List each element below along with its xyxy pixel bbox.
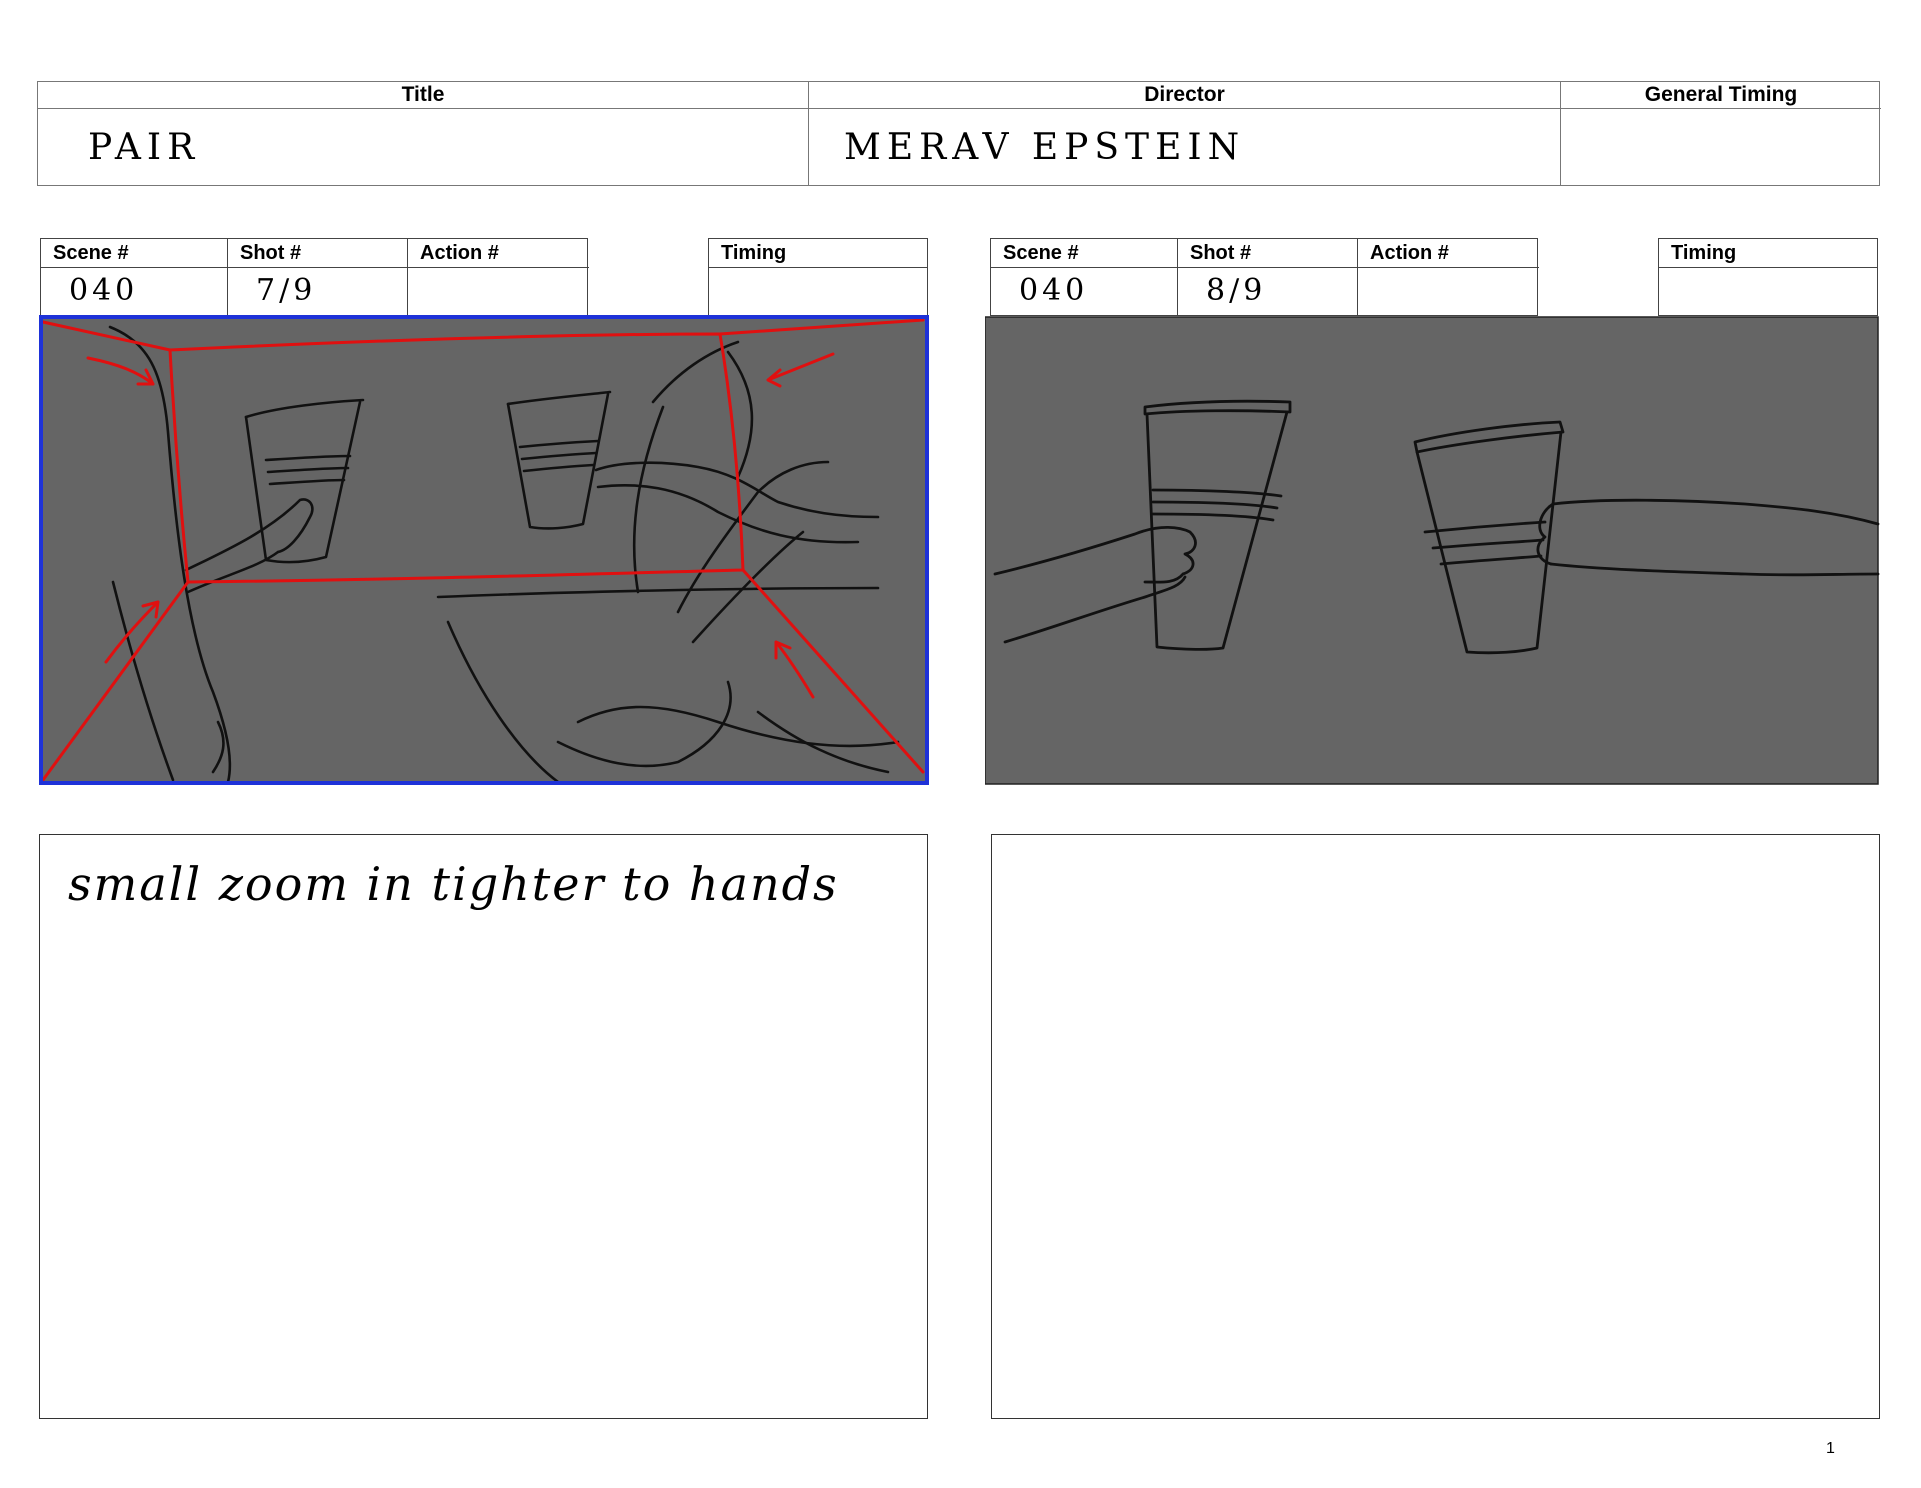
general-timing-cell: General Timing — [1560, 82, 1881, 185]
title-label: Title — [38, 82, 808, 109]
panel-1-sketch — [39, 315, 929, 785]
panel-1-action-label: Action # — [408, 239, 589, 268]
header-table: Title PAIR Director MERAV EPSTEIN Genera… — [37, 81, 1881, 186]
panel-1-timing-field: Timing — [708, 238, 928, 316]
panel-2-shot-cell: Shot # 8/9 — [1177, 239, 1357, 315]
page-number: 1 — [1826, 1440, 1835, 1457]
panel-1-notes-box[interactable]: small zoom in tighter to hands — [39, 834, 928, 1419]
panel-2-scene-label: Scene # — [991, 239, 1177, 268]
panel-1-notes-text: small zoom in tighter to hands — [68, 857, 839, 911]
panel-2-notes-box[interactable] — [991, 834, 1880, 1419]
panel-2-shot-value[interactable]: 8/9 — [1178, 268, 1357, 315]
panel-1-scene-value[interactable]: 040 — [41, 268, 227, 315]
title-value[interactable]: PAIR — [38, 109, 808, 185]
panel-2-action-value[interactable] — [1358, 268, 1539, 315]
panel-1-shot-label: Shot # — [228, 239, 407, 268]
panel-2-shot-label: Shot # — [1178, 239, 1357, 268]
panel-2-frame[interactable] — [985, 312, 1880, 790]
director-cell: Director MERAV EPSTEIN — [808, 82, 1560, 185]
frame-background — [41, 317, 927, 783]
general-timing-value[interactable] — [1561, 109, 1881, 185]
panel-2-action-cell: Action # — [1357, 239, 1539, 315]
director-label: Director — [809, 82, 1560, 109]
panel-2-scene-cell: Scene # 040 — [991, 239, 1177, 315]
frame-background — [985, 316, 1879, 785]
panel-1-shot-value[interactable]: 7/9 — [228, 268, 407, 315]
panel-1-action-cell: Action # — [407, 239, 589, 315]
panel-1-action-value[interactable] — [408, 268, 589, 315]
panel-1-timing-label: Timing — [709, 239, 927, 268]
panel-1-id-fields: Scene # 040 Shot # 7/9 Action # — [40, 238, 589, 316]
panel-2-action-label: Action # — [1358, 239, 1539, 268]
panel-2-timing-field: Timing — [1658, 238, 1878, 316]
panel-1-timing-value[interactable] — [709, 268, 927, 315]
panel-2-timing-label: Timing — [1659, 239, 1877, 268]
panel-2-id-fields: Scene # 040 Shot # 8/9 Action # — [990, 238, 1539, 316]
title-cell: Title PAIR — [38, 82, 808, 185]
panel-2-scene-value[interactable]: 040 — [991, 268, 1177, 315]
panel-2-timing-value[interactable] — [1659, 268, 1877, 315]
panel-1-shot-cell: Shot # 7/9 — [227, 239, 407, 315]
panel-2-sketch — [985, 316, 1880, 785]
panel-1-scene-cell: Scene # 040 — [41, 239, 227, 315]
director-value[interactable]: MERAV EPSTEIN — [809, 109, 1560, 185]
panel-1-scene-label: Scene # — [41, 239, 227, 268]
general-timing-label: General Timing — [1561, 82, 1881, 109]
panel-1-frame[interactable] — [38, 312, 944, 790]
